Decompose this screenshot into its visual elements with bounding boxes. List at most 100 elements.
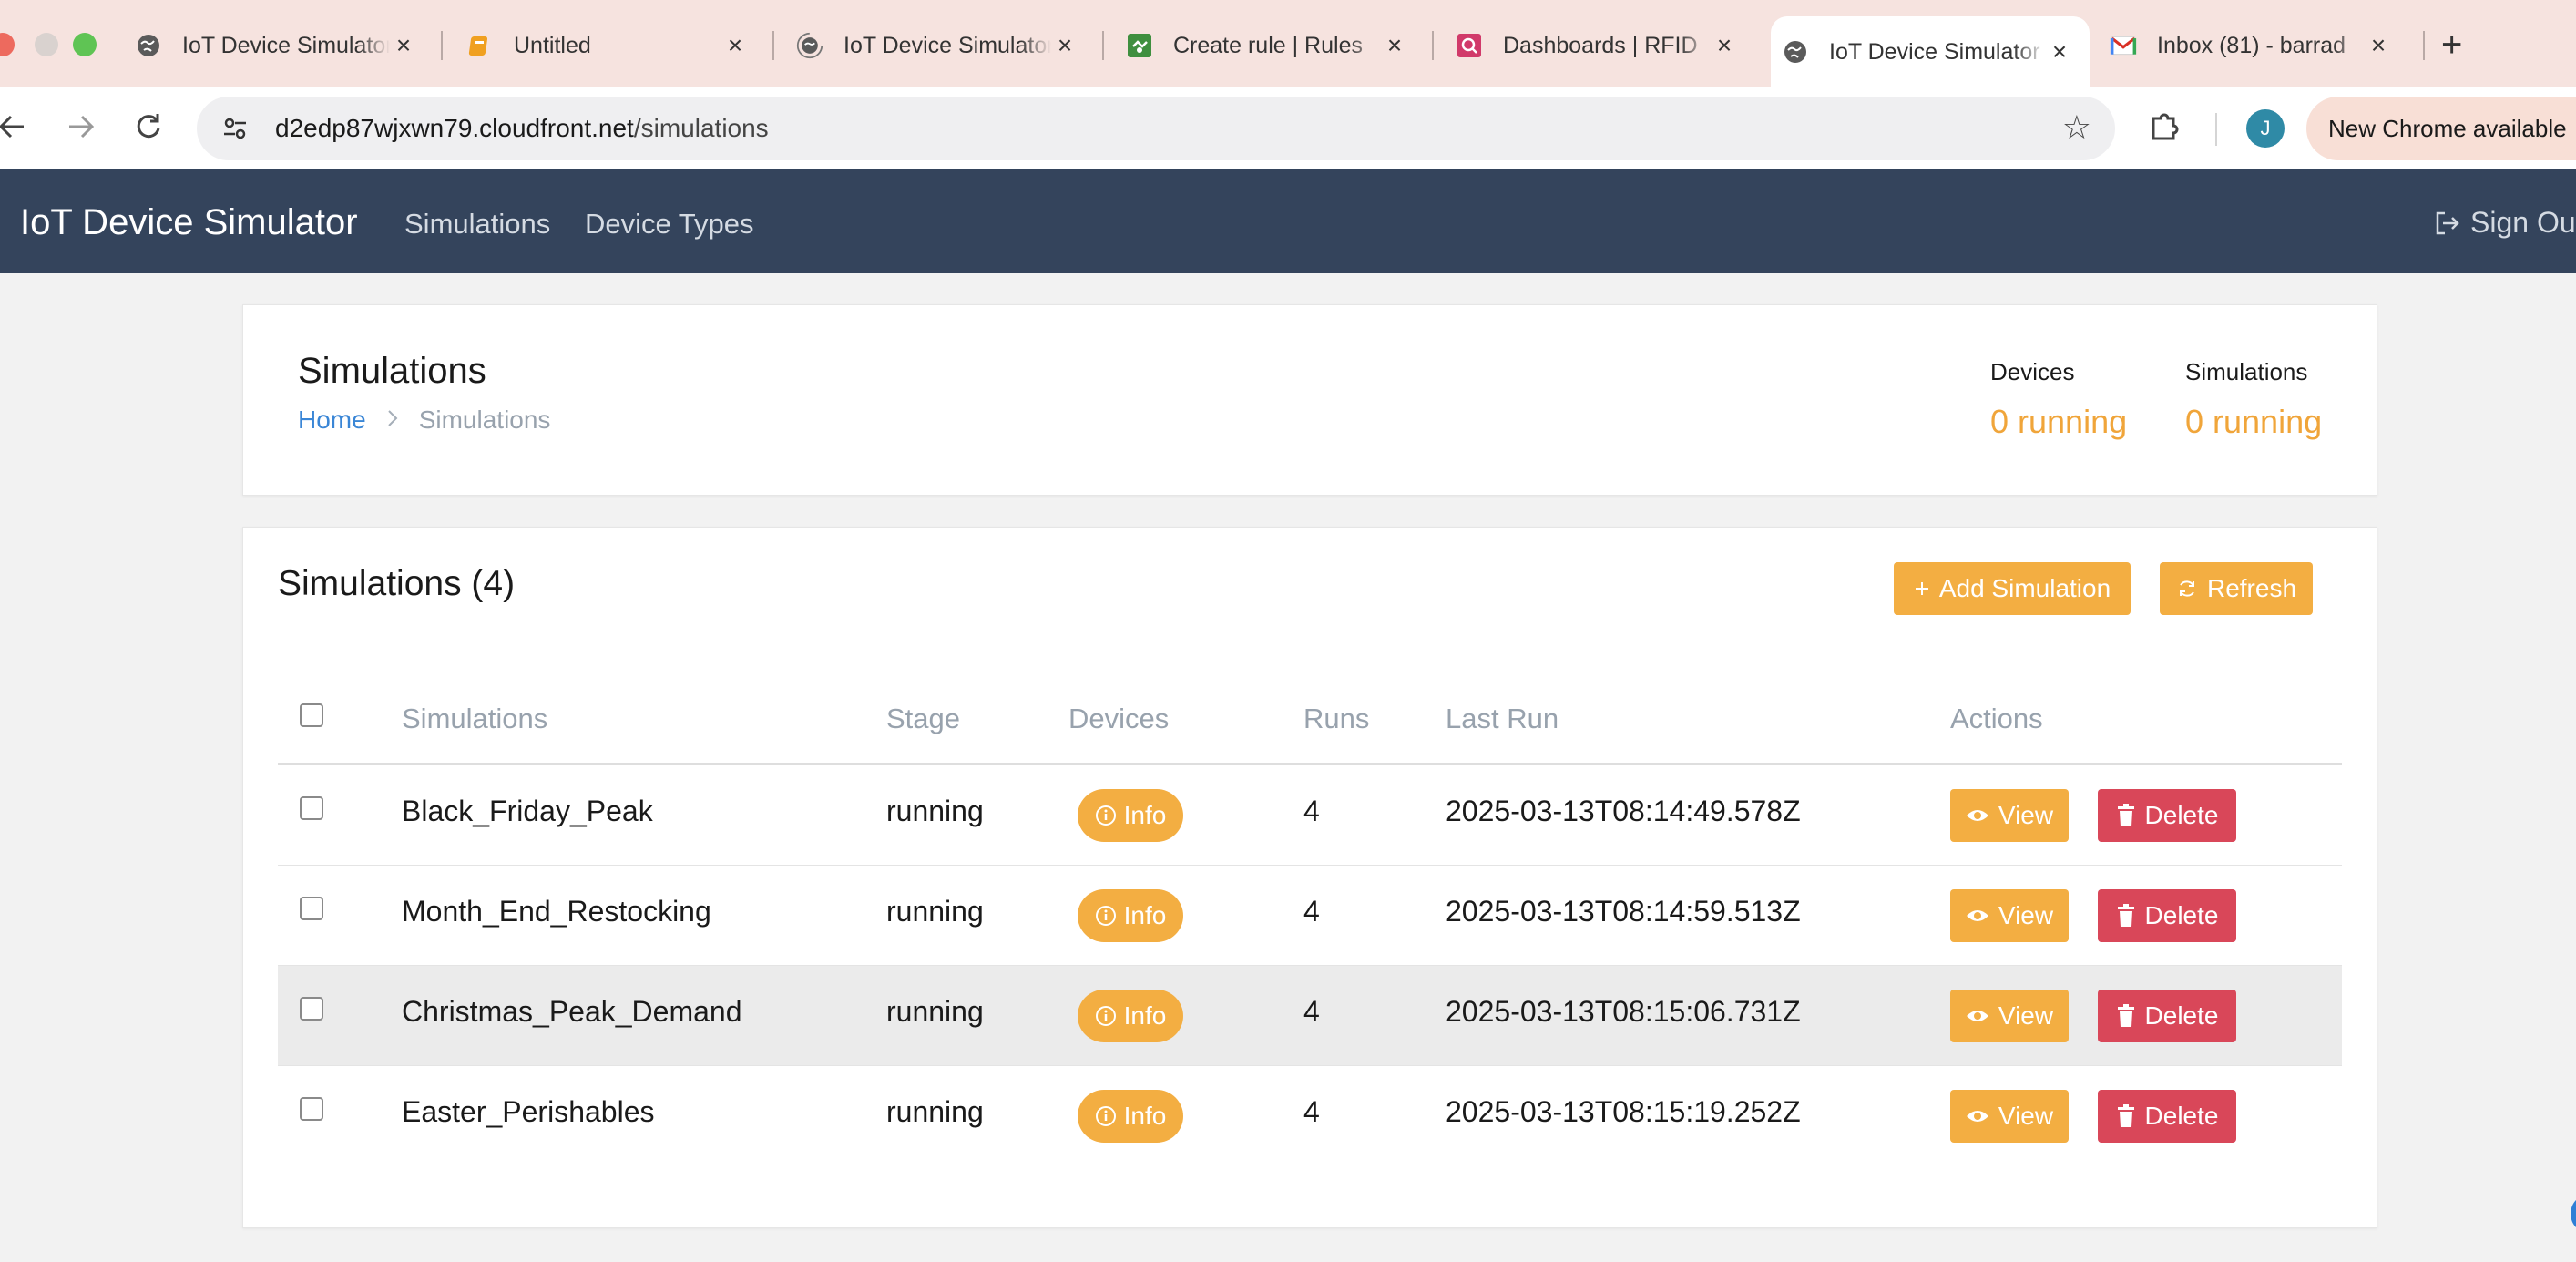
close-icon[interactable]: ×	[390, 31, 417, 60]
close-icon[interactable]: ×	[1711, 31, 1738, 60]
row-checkbox[interactable]	[300, 796, 323, 820]
simulation-last-run: 2025-03-13T08:14:49.578Z	[1446, 795, 1801, 827]
info-icon	[1095, 805, 1117, 826]
row-checkbox[interactable]	[300, 997, 323, 1021]
row-checkbox[interactable]	[300, 1097, 323, 1121]
view-button[interactable]: View	[1950, 990, 2069, 1042]
url-path: /simulations	[633, 114, 769, 142]
simulations-running-stat: Simulations 0 running	[2185, 358, 2322, 441]
info-label: Info	[1123, 901, 1167, 929]
devices-info-button[interactable]: Info	[1078, 1090, 1183, 1143]
info-label: Info	[1123, 1001, 1167, 1030]
forward-arrow-icon[interactable]	[66, 104, 97, 162]
select-all-checkbox[interactable]	[300, 703, 323, 727]
floating-help-button[interactable]	[2571, 1194, 2576, 1234]
close-icon[interactable]: ×	[1381, 31, 1408, 60]
delete-button[interactable]: Delete	[2098, 889, 2236, 942]
table-row: Month_End_Restocking running Info 4 2025…	[278, 866, 2342, 966]
plus-icon	[1914, 580, 1930, 597]
column-header-devices[interactable]: Devices	[1068, 703, 1169, 735]
browser-tab[interactable]: Untitled ×	[455, 18, 765, 73]
address-bar[interactable]: d2edp87wjxwn79.cloudfront.net/simulation…	[197, 97, 2115, 160]
simulation-stage: running	[886, 895, 984, 928]
nav-link-simulations[interactable]: Simulations	[404, 208, 550, 241]
app-brand[interactable]: IoT Device Simulator	[20, 202, 358, 243]
close-icon[interactable]: ×	[1051, 31, 1078, 60]
devices-info-button[interactable]: Info	[1078, 889, 1183, 942]
nav-link-device-types[interactable]: Device Types	[585, 208, 754, 241]
simulation-last-run: 2025-03-13T08:15:19.252Z	[1446, 1095, 1801, 1128]
delete-button[interactable]: Delete	[2098, 789, 2236, 842]
browser-tab-title: IoT Device Simulator	[1829, 38, 2040, 65]
stat-value: 0 running	[2185, 403, 2323, 440]
browser-tab-title: Untitled	[514, 32, 591, 58]
sign-out-link[interactable]: Sign Out	[2432, 206, 2576, 240]
devices-running-stat: Devices 0 running	[1990, 358, 2127, 441]
tab-separator	[772, 31, 774, 60]
simulation-name: Black_Friday_Peak	[402, 795, 653, 827]
devices-info-button[interactable]: Info	[1078, 789, 1183, 842]
browser-tab-strip: IoT Device Simulator × Untitled × IoT De…	[0, 0, 2576, 87]
globe-icon	[135, 32, 162, 59]
profile-avatar[interactable]: J	[2246, 109, 2285, 148]
reload-icon[interactable]	[133, 104, 164, 162]
browser-tab[interactable]: IoT Device Simulator ×	[785, 18, 1095, 73]
toolbar-separator	[2215, 113, 2217, 146]
view-button[interactable]: View	[1950, 889, 2069, 942]
page-title: Simulations	[298, 351, 486, 391]
browser-tab-active[interactable]: IoT Device Simulator ×	[1771, 16, 2090, 87]
info-icon	[1095, 905, 1117, 927]
close-icon[interactable]: ×	[2365, 31, 2392, 60]
stat-label: Simulations	[2185, 358, 2308, 385]
column-header-last-run[interactable]: Last Run	[1446, 703, 1559, 735]
site-settings-icon[interactable]	[217, 110, 253, 147]
info-label: Info	[1123, 1102, 1167, 1130]
window-minimize-button[interactable]	[35, 33, 58, 56]
sign-out-label: Sign Out	[2470, 206, 2576, 239]
trash-icon	[2116, 904, 2136, 928]
back-arrow-icon[interactable]	[0, 104, 27, 162]
window-close-button[interactable]	[0, 33, 15, 56]
trash-icon	[2116, 1104, 2136, 1128]
delete-button[interactable]: Delete	[2098, 1090, 2236, 1143]
devices-info-button[interactable]: Info	[1078, 990, 1183, 1042]
simulation-runs: 4	[1303, 895, 1320, 928]
add-simulation-label: Add Simulation	[1938, 574, 2111, 602]
column-header-simulations[interactable]: Simulations	[402, 703, 547, 735]
new-tab-button[interactable]: +	[2441, 22, 2462, 67]
refresh-label: Refresh	[2206, 574, 2297, 602]
table-row: Black_Friday_Peak running Info 4 2025-03…	[278, 765, 2342, 866]
notebook-icon	[466, 32, 494, 59]
bookmark-star-icon[interactable]: ☆	[2062, 109, 2091, 146]
breadcrumb-home-link[interactable]: Home	[298, 405, 366, 435]
simulation-stage: running	[886, 995, 984, 1028]
row-checkbox[interactable]	[300, 897, 323, 920]
window-zoom-button[interactable]	[73, 33, 97, 56]
page-header-card: Simulations Home Simulations Devices 0 r…	[242, 304, 2377, 496]
sign-out-icon	[2432, 208, 2470, 239]
browser-tab[interactable]: Dashboards | RFID ×	[1445, 18, 1754, 73]
url-host: d2edp87wjxwn79.cloudfront.net	[275, 114, 634, 142]
trash-icon	[2116, 804, 2136, 827]
refresh-icon	[2176, 578, 2198, 600]
column-header-runs[interactable]: Runs	[1303, 703, 1369, 735]
browser-tab[interactable]: Inbox (81) - barrad ×	[2099, 18, 2408, 73]
add-simulation-button[interactable]: Add Simulation	[1894, 562, 2131, 615]
view-button[interactable]: View	[1950, 1090, 2069, 1143]
close-icon[interactable]: ×	[721, 31, 749, 60]
eye-icon	[1966, 807, 1989, 824]
simulations-list-card: Simulations (4) Add Simulation Refresh S…	[242, 527, 2377, 1228]
extensions-puzzle-icon[interactable]	[2146, 106, 2182, 151]
column-header-stage[interactable]: Stage	[886, 703, 960, 735]
close-icon[interactable]: ×	[2046, 37, 2073, 67]
delete-label: Delete	[2144, 901, 2219, 929]
browser-tab-title: Dashboards | RFID	[1503, 32, 1698, 58]
browser-tab[interactable]: Create rule | Rules ×	[1115, 18, 1425, 73]
simulation-runs: 4	[1303, 795, 1320, 827]
refresh-button[interactable]: Refresh	[2160, 562, 2313, 615]
browser-tab[interactable]: IoT Device Simulator ×	[124, 18, 434, 73]
delete-button[interactable]: Delete	[2098, 990, 2236, 1042]
chrome-update-button[interactable]: New Chrome available	[2306, 97, 2576, 160]
tab-separator	[1102, 31, 1104, 60]
view-button[interactable]: View	[1950, 789, 2069, 842]
